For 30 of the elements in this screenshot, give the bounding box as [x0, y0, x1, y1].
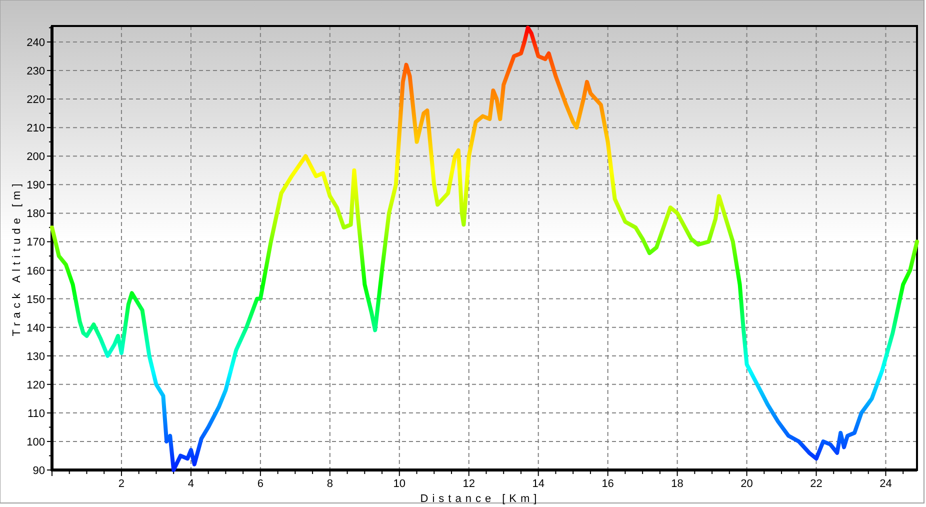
axis-title: Distance [Km] [420, 493, 541, 505]
tick-label: 2 [118, 478, 125, 490]
tick-label: 160 [26, 265, 45, 278]
tick-label: 120 [26, 379, 45, 392]
axis-title: Track Altitude [m] [11, 180, 23, 336]
tick-label: 130 [26, 350, 45, 363]
tick-label: 24 [880, 478, 892, 490]
tick-label: 18 [671, 478, 684, 490]
tick-label: 170 [26, 236, 45, 249]
tick-label: 140 [26, 322, 45, 334]
tick-label: 16 [602, 478, 614, 490]
tick-label: 10 [393, 478, 406, 490]
tick-label: 8 [326, 478, 333, 490]
tick-label: 6 [257, 478, 264, 490]
tick-label: 4 [188, 478, 194, 490]
tick-label: 150 [26, 294, 45, 306]
tick-label: 180 [26, 208, 45, 220]
tick-label: 240 [26, 36, 45, 49]
tick-label: 110 [27, 408, 45, 420]
tick-label: 190 [26, 180, 45, 192]
tick-label: 20 [740, 478, 753, 490]
tick-label: 200 [26, 151, 45, 164]
tick-label: 230 [26, 66, 45, 78]
tick-label: 100 [26, 436, 45, 448]
tick-label: 12 [462, 478, 475, 490]
tick-label: 90 [32, 465, 45, 477]
tick-label: 14 [532, 478, 544, 490]
tick-label: 220 [26, 94, 45, 106]
tick-label: 22 [810, 478, 822, 490]
tick-label: 210 [26, 122, 45, 135]
